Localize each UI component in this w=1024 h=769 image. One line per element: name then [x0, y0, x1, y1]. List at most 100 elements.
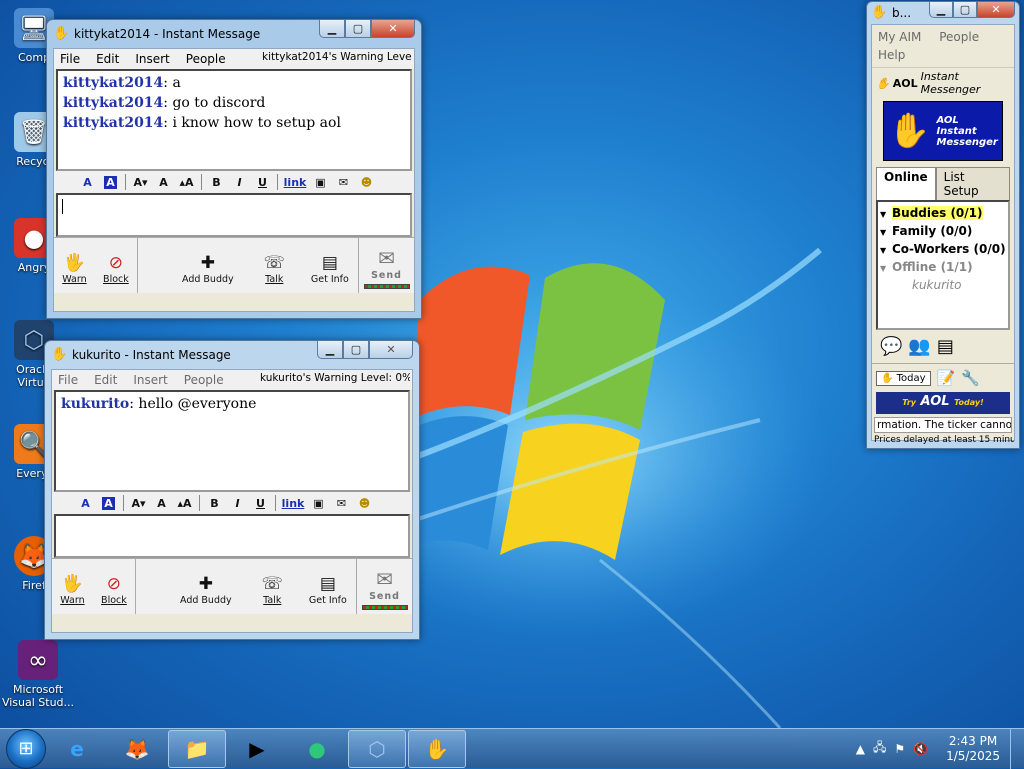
volume-muted-icon[interactable]: 🔇	[913, 742, 928, 756]
action-center-flag-icon[interactable]: ⚑	[894, 742, 905, 756]
message-line: kittykat2014: go to discord	[63, 93, 405, 113]
taskbar-chat-app[interactable]: ●	[288, 730, 346, 768]
italic-icon[interactable]: I	[228, 176, 251, 189]
talk-button[interactable]: ☏ Talk	[264, 238, 285, 293]
desktop-icon-visual-studio[interactable]: ∞ Microsoft Visual Stud...	[0, 640, 76, 709]
get-info-button[interactable]: ▤ Get Info	[309, 559, 347, 614]
menu-insert[interactable]: Insert	[133, 373, 167, 387]
minimize-button[interactable]: ▁	[317, 341, 343, 359]
menu-help[interactable]: Help	[878, 48, 905, 62]
block-button[interactable]: ⊘ Block	[103, 238, 129, 293]
insert-email-icon[interactable]: ✉	[330, 497, 353, 510]
underline-icon[interactable]: U	[249, 497, 272, 510]
taskbar-file-explorer[interactable]: 📁	[168, 729, 226, 768]
close-button[interactable]: ✕	[977, 2, 1015, 18]
message-history[interactable]: kukurito: hello @everyone	[54, 390, 410, 492]
title-bar[interactable]: ✋ kittykat2014 - Instant Message ▁ ▢ ✕	[53, 20, 415, 48]
close-button[interactable]: ✕	[371, 20, 415, 38]
group-offline[interactable]: ▼ Offline (1/1)	[880, 259, 1006, 277]
normal-font-icon[interactable]: A	[150, 497, 173, 510]
buddy-tree[interactable]: ▼ Buddies (0/1) ▼ Family (0/0) ▼ Co-Workers…	[876, 200, 1010, 330]
get-info-icon[interactable]: ▤	[937, 336, 954, 357]
taskbar-virtualbox[interactable]: ⬡	[348, 729, 406, 768]
text-color-icon[interactable]: A	[74, 497, 97, 510]
insert-picture-icon[interactable]: ▣	[307, 497, 330, 510]
group-buddies[interactable]: ▼ Buddies (0/1)	[880, 205, 1006, 223]
menu-people[interactable]: People	[939, 30, 979, 44]
group-family[interactable]: ▼ Family (0/0)	[880, 223, 1006, 241]
warn-button[interactable]: 🖐 Warn	[62, 238, 86, 293]
add-buddy-button[interactable]: ✚ Add Buddy	[182, 238, 234, 293]
decrease-font-icon[interactable]: A▾	[127, 497, 150, 510]
show-hidden-icons-icon[interactable]: ▲	[856, 742, 865, 756]
get-info-button[interactable]: ▤ Get Info	[311, 238, 349, 293]
insert-link-button[interactable]: link	[279, 497, 307, 510]
taskbar-media-player[interactable]: ▶	[228, 730, 286, 768]
menu-insert[interactable]: Insert	[135, 52, 169, 66]
send-button[interactable]: ✉ Send	[356, 559, 412, 614]
warn-button[interactable]: 🖐 Warn	[60, 559, 84, 614]
bold-icon[interactable]: B	[203, 497, 226, 510]
menu-edit[interactable]: Edit	[96, 52, 119, 66]
menu-people[interactable]: People	[186, 52, 226, 66]
background-color-icon[interactable]: A	[99, 175, 122, 189]
get-info-icon: ▤	[319, 574, 336, 594]
maximize-button[interactable]: ▢	[345, 20, 371, 38]
maximize-button[interactable]: ▢	[343, 341, 369, 359]
decrease-font-icon[interactable]: A▾	[129, 176, 152, 189]
menu-people[interactable]: People	[184, 373, 224, 387]
clock[interactable]: 2:43 PM 1/5/2025	[946, 734, 1000, 764]
tab-online[interactable]: Online	[876, 167, 936, 200]
stock-ticker[interactable]: rmation. The ticker canno	[874, 417, 1012, 433]
start-button[interactable]: ⊞	[6, 728, 46, 769]
normal-font-icon[interactable]: A	[152, 176, 175, 189]
buddy-kukurito[interactable]: kukurito	[880, 277, 1006, 293]
talk-label: Talk	[263, 595, 282, 606]
text-color-icon[interactable]: A	[76, 176, 99, 189]
smiley-icon[interactable]: ☻	[353, 497, 376, 510]
minimize-button[interactable]: ▁	[319, 20, 345, 38]
block-button[interactable]: ⊘ Block	[101, 559, 127, 614]
clock-time: 2:43 PM	[948, 733, 998, 748]
talk-button[interactable]: ☏ Talk	[262, 559, 283, 614]
menu-my-aim[interactable]: My AIM	[878, 30, 921, 44]
message-input[interactable]	[54, 514, 410, 558]
increase-font-icon[interactable]: ▴A	[173, 497, 196, 510]
smiley-icon[interactable]: ☻	[355, 176, 378, 189]
insert-picture-icon[interactable]: ▣	[309, 176, 332, 189]
today-button[interactable]: ✋ Today	[876, 370, 931, 386]
wrench-icon[interactable]: 🔧	[961, 369, 980, 387]
bold-icon[interactable]: B	[205, 176, 228, 189]
add-buddy-button[interactable]: ✚ Add Buddy	[180, 559, 232, 614]
message-history[interactable]: kittykat2014: a kittykat2014: go to disc…	[56, 69, 412, 171]
send-im-icon[interactable]: 💬	[880, 336, 902, 357]
send-button[interactable]: ✉ Send	[358, 238, 414, 293]
menu-file[interactable]: File	[60, 52, 80, 66]
chat-icon[interactable]: 👥	[908, 336, 930, 357]
taskbar-internet-explorer[interactable]: e	[48, 730, 106, 768]
title-bar[interactable]: ✋ b... ▁ ▢ ✕	[871, 2, 1015, 24]
background-color-icon[interactable]: A	[97, 496, 120, 510]
minimize-button[interactable]: ▁	[929, 2, 953, 18]
taskbar-firefox[interactable]: 🦊	[108, 730, 166, 768]
taskbar-aim[interactable]: ✋	[408, 729, 466, 768]
group-co-workers[interactable]: ▼ Co-Workers (0/0)	[880, 241, 1006, 259]
get-info-label: Get Info	[308, 595, 347, 606]
menu-file[interactable]: File	[58, 373, 78, 387]
menu-edit[interactable]: Edit	[94, 373, 117, 387]
underline-icon[interactable]: U	[251, 176, 274, 189]
notes-icon[interactable]: 📝	[937, 369, 956, 387]
maximize-button[interactable]: ▢	[953, 2, 977, 18]
network-icon[interactable]: 🖧	[873, 738, 886, 759]
title-bar[interactable]: ✋ kukurito - Instant Message ▁ ▢ ✕	[51, 341, 413, 369]
italic-icon[interactable]: I	[226, 497, 249, 510]
insert-email-icon[interactable]: ✉	[332, 176, 355, 189]
message-input[interactable]	[56, 193, 412, 237]
tab-list-setup[interactable]: List Setup	[935, 167, 1010, 200]
message-sender: kittykat2014	[63, 75, 164, 91]
increase-font-icon[interactable]: ▴A	[175, 176, 198, 189]
show-desktop-button[interactable]	[1010, 728, 1024, 769]
try-aol-banner[interactable]: Try AOL Today!	[876, 392, 1010, 414]
insert-link-button[interactable]: link	[281, 176, 309, 189]
close-button[interactable]: ✕	[369, 341, 413, 359]
